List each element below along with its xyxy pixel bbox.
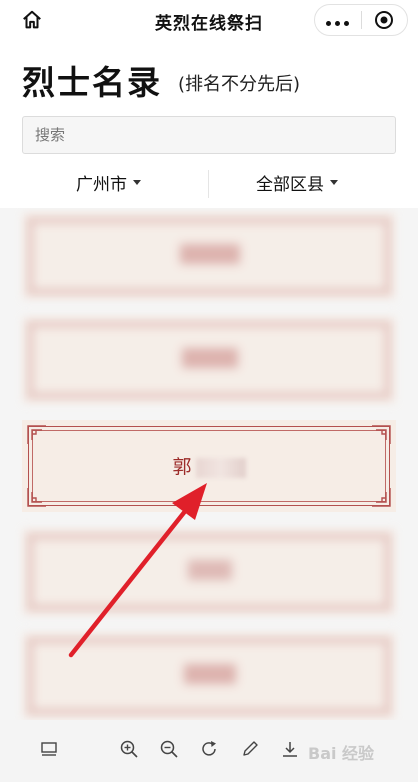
city-filter-label: 广州市 [76,175,127,195]
martyr-name-blurred [22,662,396,684]
corner-ornament-icon [27,425,46,444]
city-filter[interactable]: 广州市 [76,170,141,195]
pen-icon [243,741,258,756]
corner-ornament-icon [27,488,46,507]
caret-down-icon [133,180,141,185]
zoom-in-button[interactable] [116,736,142,762]
watermark: Bai 经验 [308,744,375,763]
martyr-card-highlighted[interactable]: 郭 [22,420,396,512]
rotate-button[interactable] [196,736,222,762]
search-box[interactable] [22,116,396,154]
caret-down-icon [330,180,338,185]
martyr-name-blurred [22,346,396,368]
layout-button[interactable] [36,736,62,762]
name-redaction [195,457,246,478]
zoom-in-icon [120,740,138,758]
martyr-card[interactable] [22,528,396,616]
corner-ornament-icon [372,425,391,444]
rotate-icon [202,741,216,756]
more-icon [324,11,351,30]
district-filter-label: 全部区县 [256,175,324,195]
martyr-list[interactable]: 郭 [0,208,418,720]
pen-button[interactable] [237,736,263,762]
martyr-name-text: 郭 [172,456,194,478]
martyr-card[interactable] [22,316,396,404]
martyr-name-blurred [22,242,396,264]
download-button[interactable] [277,736,303,762]
filter-bar: 广州市 全部区县 [0,164,418,204]
martyr-name-blurred [22,558,396,580]
home-icon [23,10,41,29]
martyr-card[interactable] [22,632,396,720]
mini-program-capsule [314,4,408,36]
layout-icon [41,742,57,756]
close-miniprogram-button[interactable] [361,5,407,35]
target-close-icon [375,11,394,29]
page-title: 烈士名录 [22,63,162,102]
corner-ornament-icon [372,488,391,507]
zoom-out-icon [160,740,178,758]
home-button[interactable] [18,6,46,34]
zoom-out-button[interactable] [156,736,182,762]
filter-divider [208,170,209,198]
search-input[interactable] [23,117,395,153]
page-subtitle: (排名不分先后) [178,74,301,95]
more-button[interactable] [315,5,361,35]
district-filter[interactable]: 全部区县 [256,170,338,195]
image-viewer-toolbar: Bai 经验 [0,720,418,782]
martyr-name: 郭 [22,452,396,479]
martyr-card[interactable] [22,212,396,300]
download-icon [283,742,297,757]
top-bar: 英烈在线祭扫 [0,0,418,42]
